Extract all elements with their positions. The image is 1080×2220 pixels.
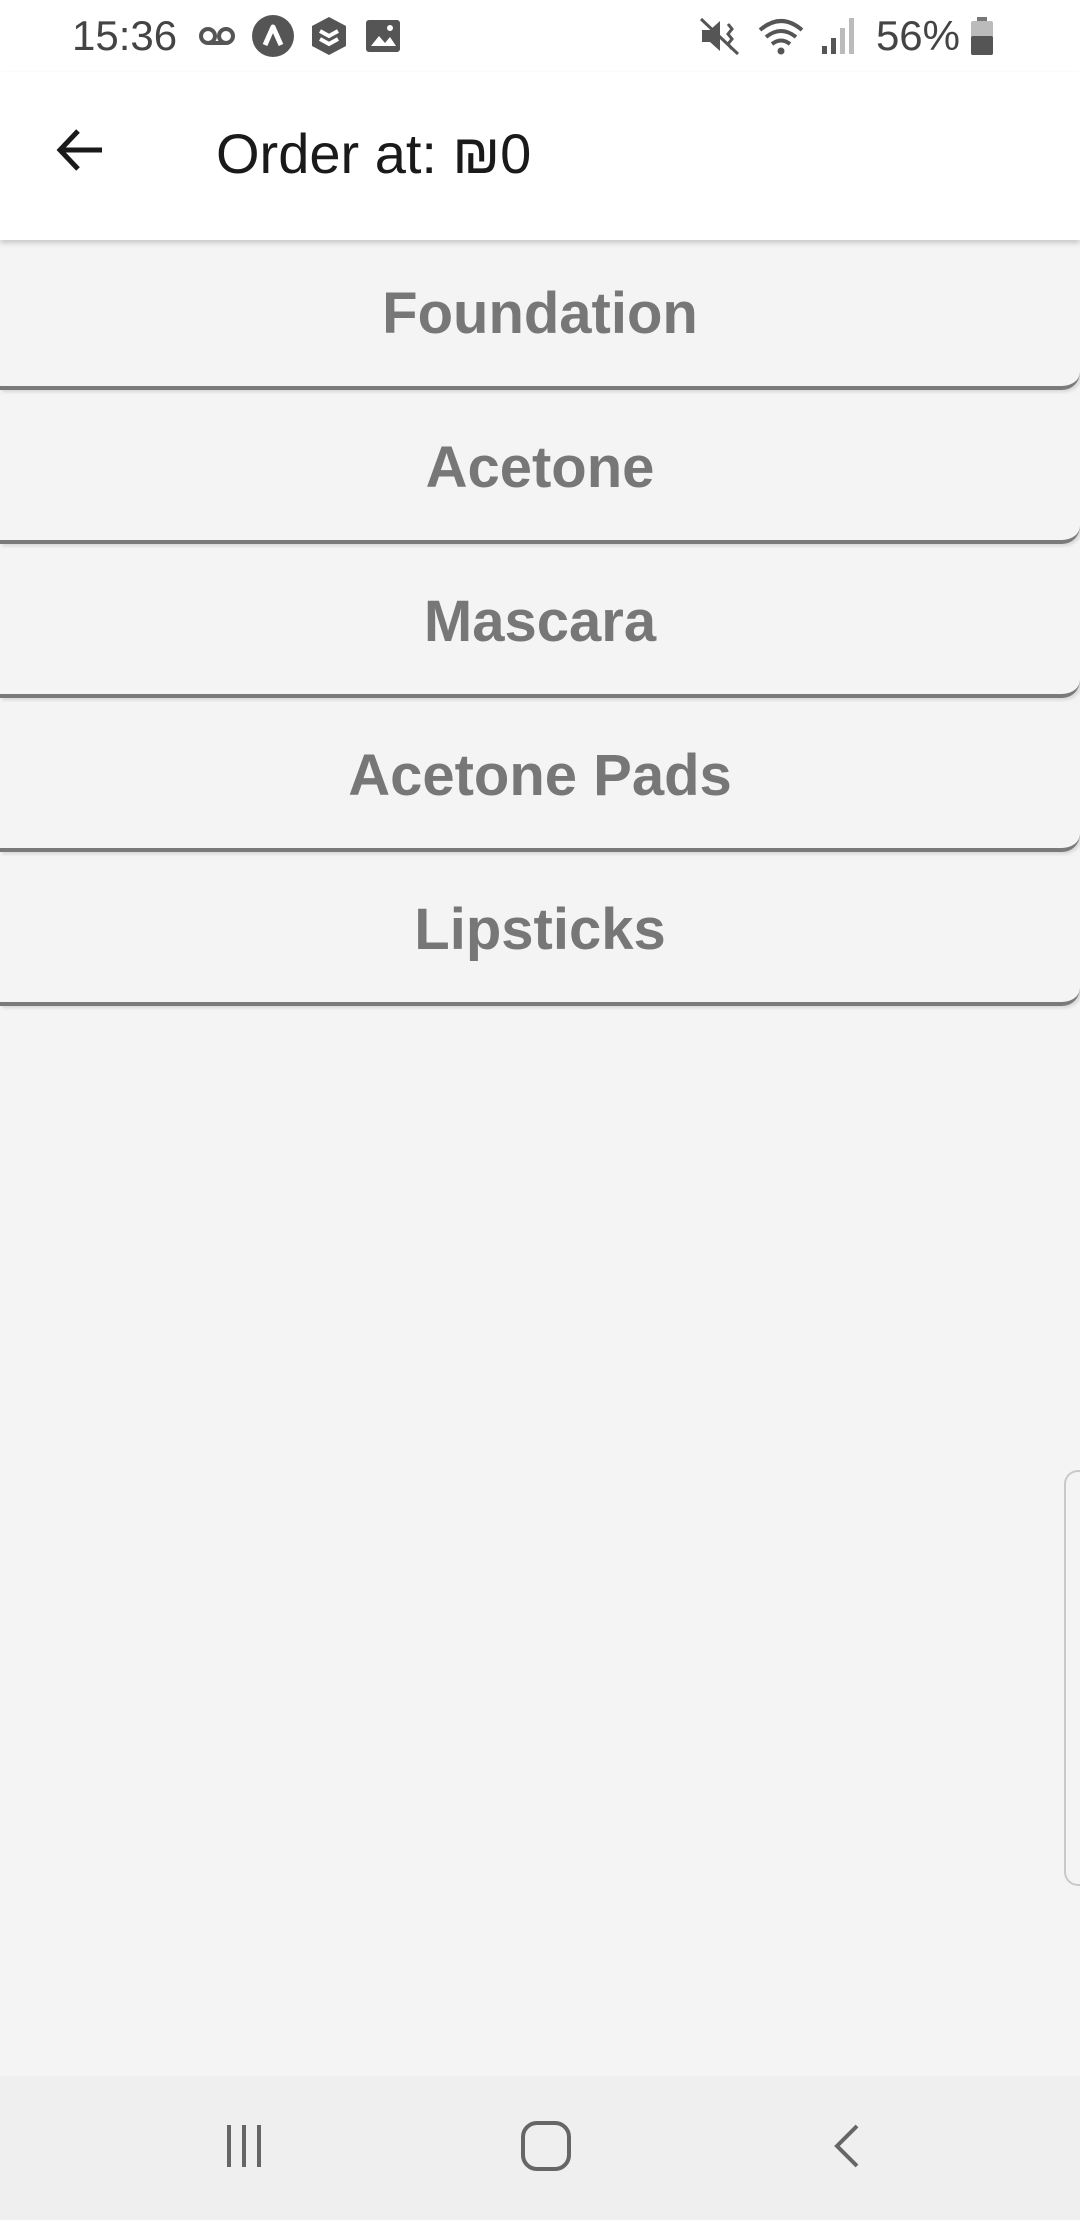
app-a-icon — [251, 14, 295, 58]
back-icon — [823, 2121, 873, 2176]
recent-apps-button[interactable] — [194, 2098, 294, 2198]
category-label: Acetone — [425, 434, 655, 500]
category-item-acetone[interactable]: Acetone — [0, 394, 1080, 544]
category-label: Acetone Pads — [348, 742, 732, 808]
edge-panel-handle[interactable] — [1064, 1470, 1080, 1886]
wifi-icon — [756, 16, 806, 56]
status-bar: 15:36 56% — [0, 0, 1080, 72]
category-label: Lipsticks — [414, 896, 666, 962]
voicemail-icon — [197, 16, 237, 56]
battery-percent: 56% — [875, 12, 960, 59]
image-icon — [363, 16, 403, 56]
home-icon — [519, 2119, 573, 2178]
arrow-left-icon — [52, 122, 108, 183]
app-stack-icon — [309, 14, 349, 58]
home-button[interactable] — [496, 2098, 596, 2198]
back-button[interactable] — [40, 112, 120, 192]
mute-vibrate-icon — [698, 16, 742, 56]
status-right: 56% — [698, 12, 1008, 60]
category-item-acetone-pads[interactable]: Acetone Pads — [0, 702, 1080, 852]
category-label: Mascara — [423, 588, 657, 654]
status-left: 15:36 — [72, 12, 417, 60]
category-label: Foundation — [382, 280, 698, 346]
system-back-button[interactable] — [798, 2098, 898, 2198]
category-item-lipsticks[interactable]: Lipsticks — [0, 856, 1080, 1006]
signal-icon — [820, 16, 856, 56]
battery-icon — [970, 16, 994, 56]
page-title: Order at: ₪0 — [216, 122, 532, 185]
app-bar: Order at: ₪0 — [0, 72, 1080, 240]
status-time: 15:36 — [72, 12, 178, 59]
category-item-foundation[interactable]: Foundation — [0, 240, 1080, 390]
nav-bar — [0, 2076, 1080, 2220]
recent-apps-icon — [219, 2121, 269, 2176]
category-item-mascara[interactable]: Mascara — [0, 548, 1080, 698]
category-list: Foundation Acetone Mascara Acetone Pads … — [0, 240, 1080, 1010]
